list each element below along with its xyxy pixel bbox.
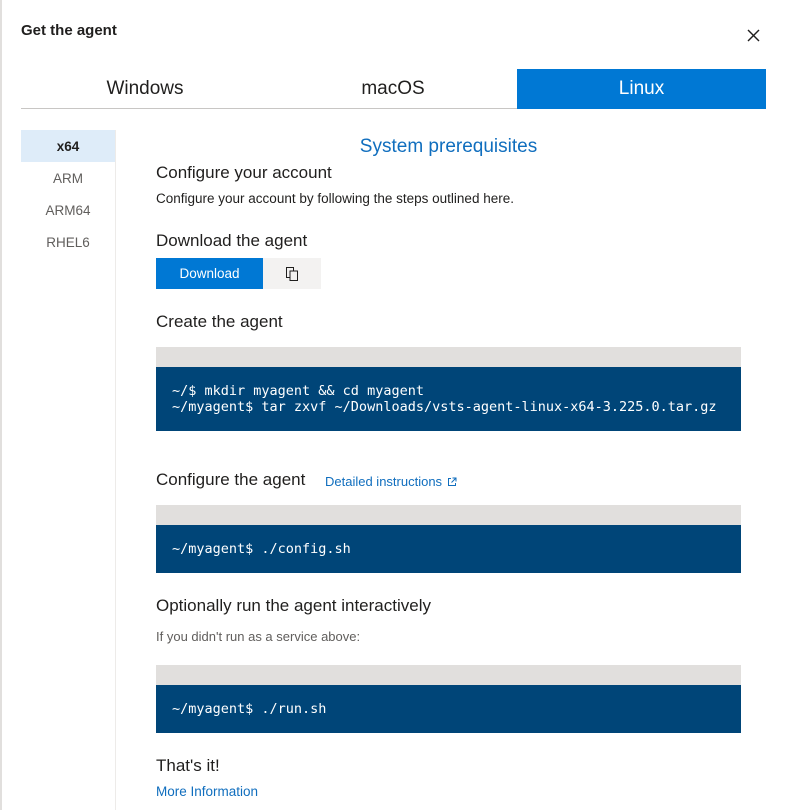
run-agent-code: ~/myagent$ ./run.sh	[156, 685, 741, 733]
create-agent-code-block: ~/$ mkdir myagent && cd myagent ~/myagen…	[156, 347, 741, 431]
configure-agent-code-block: ~/myagent$ ./config.sh	[156, 505, 741, 573]
arch-item-rhel6[interactable]: RHEL6	[21, 226, 115, 258]
detailed-instructions-link[interactable]: Detailed instructions	[325, 474, 457, 489]
configure-agent-code: ~/myagent$ ./config.sh	[156, 525, 741, 573]
os-tab-bar: Windows macOS Linux	[21, 69, 766, 109]
arch-item-x64[interactable]: x64	[21, 130, 115, 162]
download-agent-heading: Download the agent	[156, 231, 308, 250]
architecture-list: x64 ARM ARM64 RHEL6	[21, 130, 116, 810]
window-edge	[0, 0, 2, 810]
configure-account-text: Configure your account by following the …	[156, 191, 514, 206]
tab-linux[interactable]: Linux	[517, 69, 766, 109]
system-prerequisites-link[interactable]: System prerequisites	[156, 136, 741, 158]
close-button[interactable]	[742, 24, 764, 46]
close-icon	[747, 29, 760, 42]
code-block-toolbar	[156, 505, 741, 525]
copy-icon	[286, 266, 298, 281]
run-agent-note: If you didn't run as a service above:	[156, 629, 361, 644]
configure-account-heading: Configure your account	[156, 163, 332, 182]
configure-agent-heading: Configure the agent	[156, 470, 306, 489]
copy-download-url-button[interactable]	[263, 258, 321, 289]
dialog-title: Get the agent	[21, 22, 117, 39]
tab-macos[interactable]: macOS	[269, 69, 517, 109]
arch-item-arm64[interactable]: ARM64	[21, 194, 115, 226]
tab-windows[interactable]: Windows	[21, 69, 269, 109]
create-agent-heading: Create the agent	[156, 312, 283, 331]
done-heading: That's it!	[156, 756, 220, 775]
external-link-icon	[448, 477, 457, 486]
more-information-link[interactable]: More Information	[156, 784, 258, 799]
create-agent-code: ~/$ mkdir myagent && cd myagent ~/myagen…	[156, 367, 741, 431]
download-button[interactable]: Download	[156, 258, 263, 289]
run-agent-heading: Optionally run the agent interactively	[156, 596, 431, 615]
code-block-toolbar	[156, 347, 741, 367]
arch-item-arm[interactable]: ARM	[21, 162, 115, 194]
detailed-instructions-label: Detailed instructions	[325, 474, 443, 489]
run-agent-code-block: ~/myagent$ ./run.sh	[156, 665, 741, 733]
code-block-toolbar	[156, 665, 741, 685]
